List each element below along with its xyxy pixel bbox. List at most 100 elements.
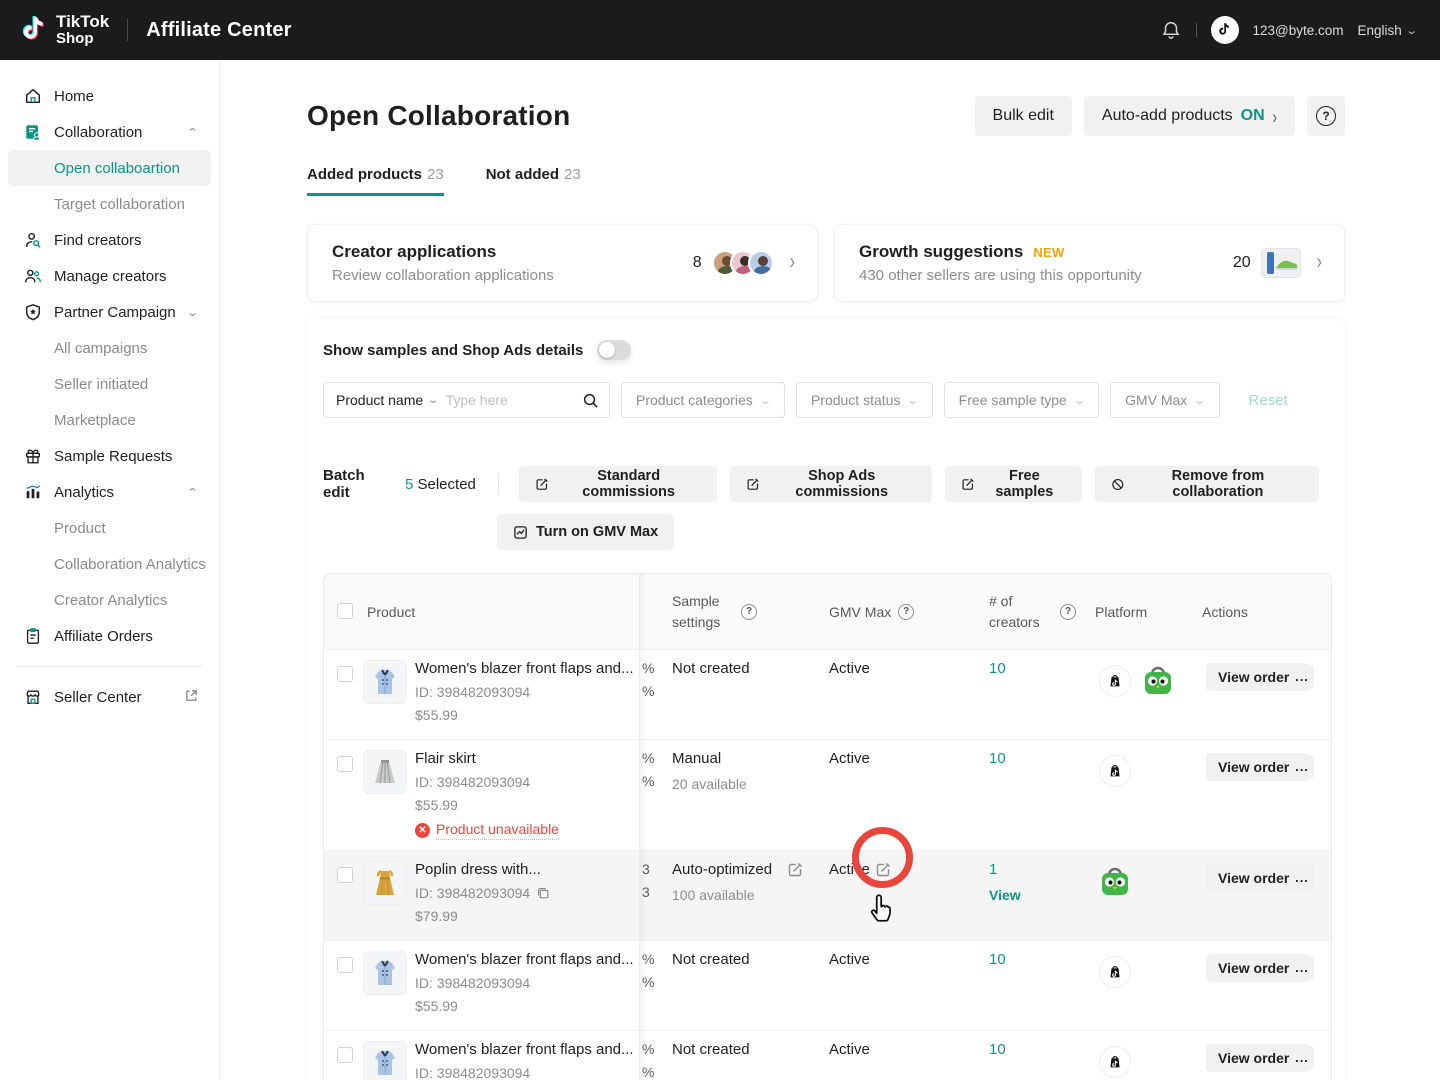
row-checkbox[interactable] (337, 867, 353, 883)
help-icon[interactable]: ? (1060, 604, 1076, 620)
search-field-selector[interactable]: Product name (336, 392, 423, 408)
view-creators-link[interactable]: View (989, 887, 1021, 903)
sidebar-item-home[interactable]: Home (0, 78, 219, 114)
avatar (748, 250, 774, 276)
card-subtitle: Review collaboration applications (332, 267, 554, 284)
table-row: Women's blazer front flaps and... ID: 39… (324, 940, 1331, 1030)
chevron-down-icon: ⌄ (1405, 24, 1418, 37)
sample-settings-value: Manual (672, 750, 721, 767)
growth-suggestions-card[interactable]: Growth suggestions NEW 430 other sellers… (834, 224, 1345, 302)
sidebar-item-seller-initiated[interactable]: Seller initiated (0, 366, 219, 402)
brand-text: TikTok Shop (56, 13, 109, 47)
sidebar-item-affiliate-orders[interactable]: Affiliate Orders (0, 618, 219, 654)
table-header: Product Sample settings ? GMV Max ? # of… (324, 574, 1331, 649)
clipboard-icon (24, 627, 42, 645)
sidebar-label: Open collaboartion (54, 160, 180, 177)
product-title[interactable]: Poplin dress with... (415, 861, 637, 878)
reset-filters-button[interactable]: Reset (1249, 392, 1288, 409)
sidebar-item-manage-creators[interactable]: Manage creators (0, 258, 219, 294)
creators-count-link[interactable]: 1 (989, 861, 997, 878)
sidebar-item-open-collaboration[interactable]: Open collaboartion (8, 150, 211, 186)
sidebar-label: Partner Campaign (54, 304, 176, 321)
creators-count-link[interactable]: 10 (989, 660, 1006, 677)
storefront-icon (24, 688, 42, 706)
account-avatar[interactable] (1211, 16, 1239, 44)
creator-applications-card[interactable]: Creator applications Review collaboratio… (307, 224, 818, 302)
creators-count-link[interactable]: 10 (989, 1041, 1006, 1058)
table-row-highlighted: Poplin dress with... ID: 398482093094 $7… (324, 850, 1331, 940)
more-actions-button[interactable]: ... (1290, 755, 1314, 779)
row-checkbox[interactable] (337, 666, 353, 682)
help-icon[interactable]: ? (741, 604, 757, 620)
prohibit-icon (1111, 477, 1125, 492)
product-title[interactable]: Women's blazer front flaps and... (415, 951, 637, 968)
sidebar-item-creator-analytics[interactable]: Creator Analytics (0, 582, 219, 618)
creators-count-link[interactable]: 10 (989, 951, 1006, 968)
tab-not-added[interactable]: Not added 23 (486, 166, 581, 196)
gmv-max-status: Active (829, 1041, 870, 1058)
help-button[interactable]: ? (1307, 96, 1345, 136)
edit-sample-settings-icon[interactable] (787, 862, 803, 883)
edit-gmv-max-icon[interactable] (875, 862, 891, 883)
more-actions-button[interactable]: ... (1290, 956, 1314, 980)
column-gmv-max: GMV Max ? (829, 574, 914, 649)
card-title: Creator applications (332, 242, 554, 262)
product-title[interactable]: Women's blazer front flaps and... (415, 1041, 637, 1058)
shop-ads-commissions-button[interactable]: Shop Ads commissions (730, 466, 932, 502)
sidebar-item-seller-center[interactable]: Seller Center (0, 679, 219, 715)
select-all-checkbox[interactable] (337, 603, 353, 619)
creators-count-link[interactable]: 10 (989, 750, 1006, 767)
table-row: Women's blazer front flaps and... ID: 39… (324, 1030, 1331, 1080)
product-search: Product name ⌄ (323, 382, 610, 418)
sidebar-label: Find creators (54, 232, 142, 249)
free-sample-type-dropdown[interactable]: Free sample type⌄ (944, 382, 1099, 418)
product-status-dropdown[interactable]: Product status⌄ (796, 382, 933, 418)
sidebar-item-marketplace[interactable]: Marketplace (0, 402, 219, 438)
free-samples-button[interactable]: Free samples (945, 466, 1082, 502)
search-icon[interactable] (582, 392, 599, 409)
show-samples-toggle[interactable] (597, 340, 631, 360)
row-checkbox[interactable] (337, 957, 353, 973)
auto-add-label: Auto-add products (1102, 107, 1233, 125)
topbar-divider (127, 19, 128, 41)
sidebar-item-analytics[interactable]: Analytics ⌃ (0, 474, 219, 510)
sidebar-item-partner-campaign[interactable]: Partner Campaign ⌄ (0, 294, 219, 330)
help-icon[interactable]: ? (898, 604, 914, 620)
chevron-right-icon: › (1273, 105, 1277, 128)
sidebar-item-product-analytics[interactable]: Product (0, 510, 219, 546)
search-input[interactable] (446, 392, 582, 408)
row-checkbox[interactable] (337, 756, 353, 772)
sidebar-label: Target collaboration (54, 196, 185, 213)
sidebar-item-collaboration[interactable]: Collaboration ⌃ (0, 114, 219, 150)
bulk-edit-button[interactable]: Bulk edit (975, 96, 1072, 136)
button-label: Standard commissions (556, 468, 701, 500)
product-title[interactable]: Flair skirt (415, 750, 637, 767)
more-actions-button[interactable]: ... (1290, 665, 1314, 689)
question-mark-icon: ? (1316, 106, 1336, 126)
product-title[interactable]: Women's blazer front flaps and... (415, 660, 637, 677)
more-actions-button[interactable]: ... (1290, 866, 1314, 890)
gmv-max-dropdown[interactable]: GMV Max⌄ (1110, 382, 1219, 418)
sidebar-item-all-campaigns[interactable]: All campaigns (0, 330, 219, 366)
sidebar-item-target-collaboration[interactable]: Target collaboration (0, 186, 219, 222)
sidebar-item-collaboration-analytics[interactable]: Collaboration Analytics (0, 546, 219, 582)
copy-icon[interactable] (536, 886, 550, 900)
find-creators-icon (24, 231, 42, 249)
tokopedia-platform-icon (1099, 866, 1131, 903)
auto-add-products-button[interactable]: Auto-add products ON › (1084, 96, 1295, 136)
turn-on-gmv-max-button[interactable]: Turn on GMV Max (497, 514, 674, 550)
collaboration-icon (24, 123, 42, 141)
sidebar-label: Home (54, 88, 94, 105)
bulk-edit-label: Bulk edit (993, 107, 1054, 125)
tab-added-products[interactable]: Added products 23 (307, 166, 444, 196)
notification-bell-icon[interactable] (1160, 19, 1182, 41)
product-categories-dropdown[interactable]: Product categories⌄ (621, 382, 785, 418)
row-checkbox[interactable] (337, 1047, 353, 1063)
standard-commissions-button[interactable]: Standard commissions (519, 466, 717, 502)
sidebar-item-find-creators[interactable]: Find creators (0, 222, 219, 258)
sidebar-item-sample-requests[interactable]: Sample Requests (0, 438, 219, 474)
language-selector[interactable]: English ⌄ (1358, 23, 1417, 38)
more-actions-button[interactable]: ... (1290, 1046, 1314, 1070)
gmv-max-status: Active (829, 660, 870, 677)
remove-from-collaboration-button[interactable]: Remove from collaboration (1095, 466, 1319, 502)
